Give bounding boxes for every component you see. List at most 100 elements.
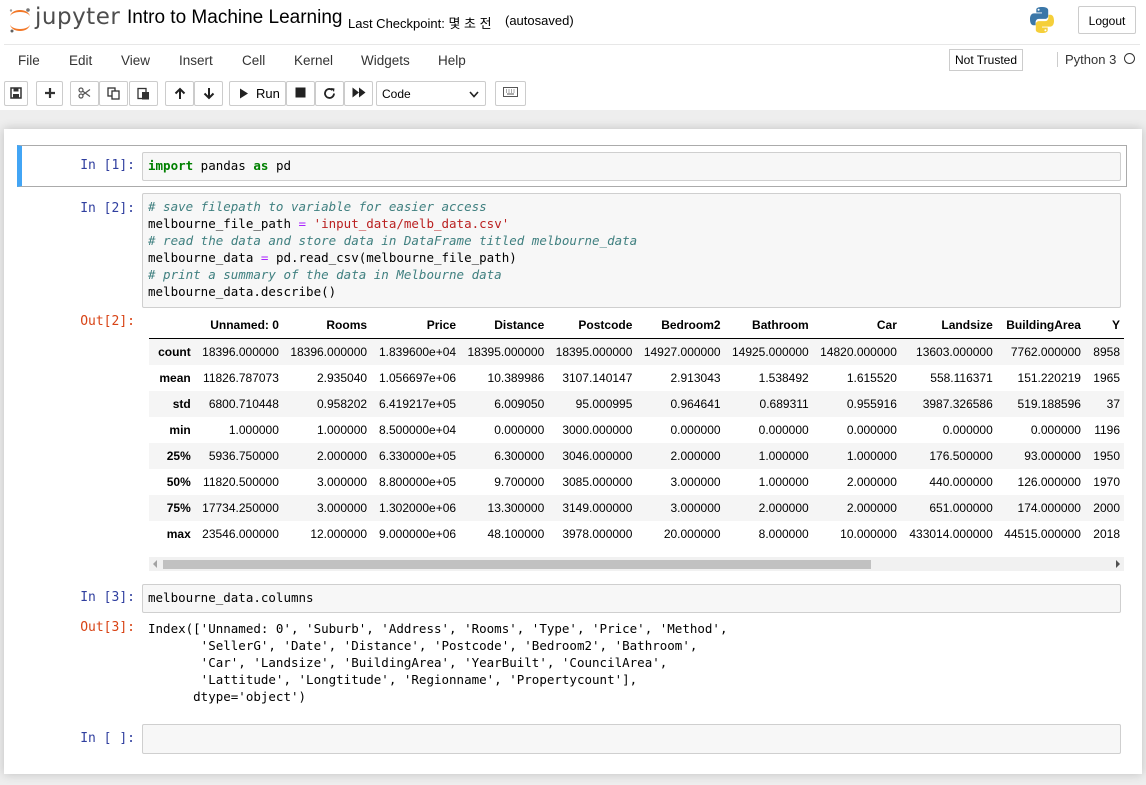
output-line: 'Lattitude', 'Longtitude', 'Regionname',…: [148, 672, 638, 687]
table-cell: 2000: [1093, 501, 1120, 515]
table-cell: 8.800000e+05: [379, 475, 457, 489]
table-cell: 7762.000000: [1010, 345, 1081, 359]
table-cell: 558.116371: [930, 371, 993, 385]
table-cell: 11820.500000: [203, 475, 279, 489]
table-cell: 2.000000: [317, 449, 368, 463]
menu-file[interactable]: File: [18, 53, 40, 68]
menu-edit[interactable]: Edit: [69, 53, 92, 68]
plus-icon: [44, 88, 55, 98]
code-comment: # print a summary of the data in Melbour…: [148, 267, 502, 282]
menu-widgets[interactable]: Widgets: [361, 53, 410, 68]
code-editor[interactable]: import pandas as pd: [142, 152, 1121, 181]
restart-run-all-button[interactable]: [344, 81, 373, 106]
horizontal-scrollbar[interactable]: [149, 557, 1124, 571]
table-cell: 95.000995: [575, 397, 633, 411]
code-text: pd: [268, 158, 292, 173]
column-header: Distance: [494, 318, 545, 332]
menu-help[interactable]: Help: [438, 53, 466, 68]
column-header: Bathroom: [752, 318, 809, 332]
column-header: Price: [426, 318, 457, 332]
fast-forward-icon: [352, 87, 365, 98]
notebook-title[interactable]: Intro to Machine Learning: [127, 7, 342, 29]
table-cell: 0.000000: [846, 423, 897, 437]
table-cell: 3085.000000: [562, 475, 633, 489]
code-editor[interactable]: [142, 724, 1121, 754]
menu-insert[interactable]: Insert: [179, 53, 213, 68]
describe-dataframe: Unnamed: 0 Rooms Price Distance Postcode Bedr…: [149, 312, 1124, 555]
output-line: dtype='object'): [148, 689, 307, 704]
code-cell-4[interactable]: In [ ]:: [17, 724, 1127, 756]
run-button[interactable]: Run: [229, 81, 286, 106]
code-editor[interactable]: # save filepath to variable for easier a…: [142, 193, 1121, 308]
dataframe-table: Unnamed: 0 Rooms Price Distance Postcode Bedr…: [149, 312, 1124, 547]
table-cell: 3978.000000: [562, 527, 633, 541]
scrollbar-thumb[interactable]: [163, 560, 871, 569]
copy-icon: [107, 87, 120, 100]
insert-cell-button[interactable]: [36, 81, 63, 106]
interrupt-kernel-button[interactable]: [286, 81, 315, 106]
cell-type-value: Code: [382, 87, 411, 101]
cell-type-select[interactable]: Code: [376, 81, 486, 106]
menu-kernel[interactable]: Kernel: [294, 53, 333, 68]
table-cell: 2.000000: [846, 501, 897, 515]
scroll-left-icon[interactable]: [152, 560, 158, 568]
python-logo-icon: [1030, 7, 1054, 33]
table-cell: 3.000000: [670, 501, 721, 515]
table-cell: 2.000000: [846, 475, 897, 489]
table-cell: 1.615520: [846, 371, 897, 385]
cut-button[interactable]: [70, 81, 99, 106]
code-cell-3[interactable]: In [3]: melbourne_data.columns Out[3]: I…: [17, 584, 1127, 714]
table-cell: 18395.000000: [467, 345, 545, 359]
arrow-down-icon: [203, 88, 214, 100]
paste-button[interactable]: [129, 81, 158, 106]
jupyter-wordmark[interactable]: jupyter: [35, 4, 120, 30]
table-cell: 3000.000000: [562, 423, 633, 437]
column-header: BuildingArea: [1006, 318, 1081, 332]
trust-status-button[interactable]: Not Trusted: [949, 49, 1024, 71]
index-header: [149, 312, 195, 339]
save-button[interactable]: [4, 81, 28, 106]
table-cell: 8.500000e+04: [379, 423, 457, 437]
menu-cell[interactable]: Cell: [242, 53, 265, 68]
columns-output: Index(['Unnamed: 0', 'Suburb', 'Address'…: [148, 620, 727, 705]
column-header: Postcode: [578, 318, 633, 332]
scroll-right-icon[interactable]: [1115, 560, 1121, 568]
output-line: Index(['Unnamed: 0', 'Suburb', 'Address'…: [148, 621, 728, 636]
table-cell: 3.000000: [670, 475, 721, 489]
table-cell: 2.000000: [758, 501, 809, 515]
arrow-up-icon: [174, 87, 185, 99]
table-cell: 3149.000000: [562, 501, 633, 515]
copy-button[interactable]: [99, 81, 128, 106]
table-cell: 3.000000: [317, 501, 368, 515]
move-down-button[interactable]: [194, 81, 223, 106]
command-palette-button[interactable]: [495, 81, 526, 106]
restart-kernel-button[interactable]: [315, 81, 344, 106]
play-icon: [240, 88, 248, 99]
restart-icon: [324, 88, 335, 99]
row-label: mean: [159, 371, 191, 385]
jupyter-logo-icon[interactable]: [6, 6, 34, 34]
kernel-idle-icon: [1124, 53, 1135, 64]
code-cell-1[interactable]: In [1]: import pandas as pd: [17, 145, 1127, 187]
output-line: 'SellerG', 'Date', 'Distance', 'Postcode…: [148, 638, 698, 653]
table-cell: 37: [1106, 397, 1120, 411]
last-checkpoint: Last Checkpoint: 몇 초 전: [348, 16, 492, 31]
table-cell: 2.000000: [670, 449, 721, 463]
keyword: as: [253, 158, 269, 173]
table-row: min 1.000000 1.000000 8.500000e+04 0.000000 3…: [149, 417, 1124, 443]
table-cell: 10.389986: [487, 371, 545, 385]
code-text: melbourne_file_path: [148, 216, 299, 231]
table-cell: 1965: [1093, 371, 1120, 385]
table-cell: 17734.250000: [202, 501, 279, 515]
menu-view[interactable]: View: [121, 53, 150, 68]
code-editor[interactable]: melbourne_data.columns: [142, 584, 1121, 613]
table-cell: 6.300000: [494, 449, 545, 463]
move-up-button[interactable]: [165, 81, 194, 106]
table-cell: 651.000000: [929, 501, 993, 515]
input-prompt: In [2]:: [80, 201, 135, 216]
operator: =: [298, 216, 307, 231]
table-cell: 1.000000: [846, 449, 897, 463]
logout-button[interactable]: Logout: [1078, 6, 1136, 34]
table-cell: 1196: [1094, 423, 1120, 437]
table-cell: 1.056697e+06: [379, 371, 457, 385]
